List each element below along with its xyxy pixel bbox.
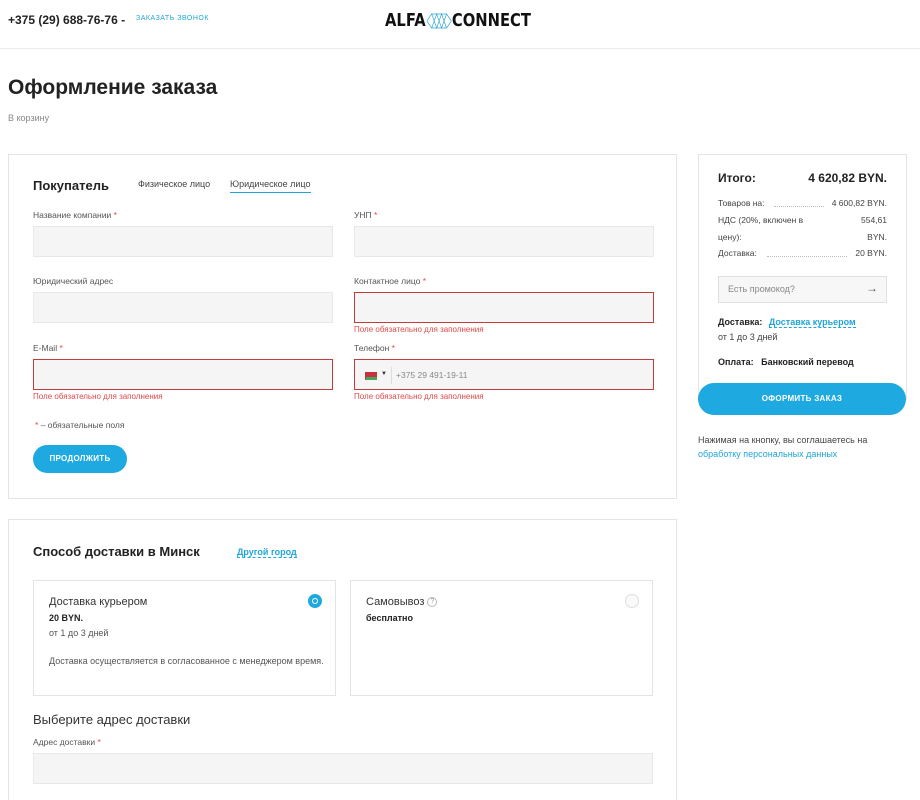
contact-person-error: Поле обязательно для заполнения [354,325,484,334]
summary-delivery: Доставка: Доставка курьером [718,317,856,328]
contact-person-label: Контактное лицо * [354,276,427,286]
option-name: Самовывоз? [366,596,438,608]
summary-payment-value: Банковский перевод [761,357,854,367]
header-phone[interactable]: +375 (29) 688-76-76 - [8,13,125,27]
back-to-cart-link[interactable]: В корзину [8,113,49,123]
site-logo[interactable]: ALFA CONNECT [385,10,531,31]
site-header: +375 (29) 688-76-76 - ЗАКАЗАТЬ ЗВОНОК AL… [0,0,920,49]
tab-legal-entity[interactable]: Юридическое лицо [230,179,311,193]
delivery-option-pickup[interactable]: Самовывоз? бесплатно [350,580,653,696]
promo-code-input[interactable]: Есть промокод? → [718,276,887,303]
delivery-option-courier[interactable]: Доставка курьером 20 BYN. от 1 до 3 дней… [33,580,336,696]
logo-text-left: ALFA [385,10,426,31]
summary-payment-label: Оплата: [718,357,754,367]
summary-row-delivery-value: 20 BYN. [855,248,887,258]
contact-person-input[interactable] [354,292,654,323]
logo-text-right: CONNECT [451,10,531,31]
courier-radio[interactable] [308,594,322,608]
company-name-input[interactable] [33,226,333,257]
summary-row-goods-value: 4 600,82 BYN. [831,198,887,208]
other-city-link[interactable]: Другой город [237,547,297,558]
place-order-button[interactable]: ОФОРМИТЬ ЗАКАЗ [698,383,906,415]
buyer-title: Покупатель [33,178,109,193]
email-label: E-Mail * [33,343,63,353]
unp-label: УНП * [354,210,378,220]
delivery-card: Способ доставки в Минск Другой город Дос… [8,519,677,800]
tab-individual[interactable]: Физическое лицо [138,179,210,192]
privacy-policy-link[interactable]: обработку персональных данных [698,449,837,459]
pickup-radio[interactable] [625,594,639,608]
phone-placeholder: +375 29 491-19-11 [396,370,468,380]
option-price: бесплатно [366,613,413,623]
email-error: Поле обязательно для заполнения [33,392,163,401]
continue-button[interactable]: ПРОДОЛЖИТЬ [33,445,127,473]
page-title: Оформление заказа [8,76,218,99]
promo-placeholder: Есть промокод? [728,284,795,294]
summary-delivery-link[interactable]: Доставка курьером [768,317,856,328]
company-name-label: Название компании * [33,210,117,220]
option-description: Доставка осуществляется в согласованное … [49,656,324,666]
summary-delivery-label: Доставка: [718,317,763,327]
summary-row-delivery-label: Доставка: [718,248,757,258]
email-input[interactable] [33,359,333,390]
legal-address-label: Юридический адрес [33,276,114,286]
legal-address-input[interactable] [33,292,333,323]
delivery-address-label: Адрес доставки * [33,737,101,747]
option-name: Доставка курьером [49,596,148,608]
summary-row-vat-label: НДС (20%, включен в [718,215,804,225]
option-price: 20 BYN. [49,613,84,623]
consent-label: Нажимая на кнопку, вы соглашаетесь на [698,435,868,445]
total-value: 4 620,82 BYN. [808,171,887,185]
order-summary-card: Итого: 4 620,82 BYN. Товаров на: 4 600,8… [698,154,907,400]
option-term: от 1 до 3 дней [49,628,109,638]
summary-dots [774,206,824,207]
arrow-right-icon[interactable]: → [866,281,878,295]
delivery-title: Способ доставки в Минск [33,544,200,559]
summary-delivery-term: от 1 до 3 дней [718,332,778,342]
summary-row-vat-value: 554,61 [861,215,887,225]
phone-label: Телефон * [354,343,395,353]
unp-input[interactable] [354,226,654,257]
total-label: Итого: [718,171,756,185]
delivery-address-input[interactable] [33,753,653,784]
consent-text: Нажимая на кнопку, вы соглашаетесь на об… [698,433,908,461]
logo-mesh-icon [426,12,452,30]
summary-payment: Оплата: Банковский перевод [718,357,854,367]
address-heading: Выберите адрес доставки [33,712,191,727]
summary-dots [767,256,847,257]
help-icon[interactable]: ? [427,597,438,608]
buyer-card: Покупатель Физическое лицо Юридическое л… [8,154,677,499]
summary-row-goods-label: Товаров на: [718,198,765,208]
phone-error: Поле обязательно для заполнения [354,392,484,401]
chevron-down-icon[interactable]: ▼ [381,371,387,377]
phone-input[interactable]: ▼ +375 29 491-19-11 [354,359,654,390]
callback-link[interactable]: ЗАКАЗАТЬ ЗВОНОК [136,15,209,22]
belarus-flag-icon[interactable] [364,372,377,380]
summary-row-vat-value-2: BYN. [867,232,887,242]
phone-divider [391,367,392,384]
required-fields-note: * – обязательные поля [35,420,125,430]
summary-row-vat-label-2: цену): [718,232,742,242]
